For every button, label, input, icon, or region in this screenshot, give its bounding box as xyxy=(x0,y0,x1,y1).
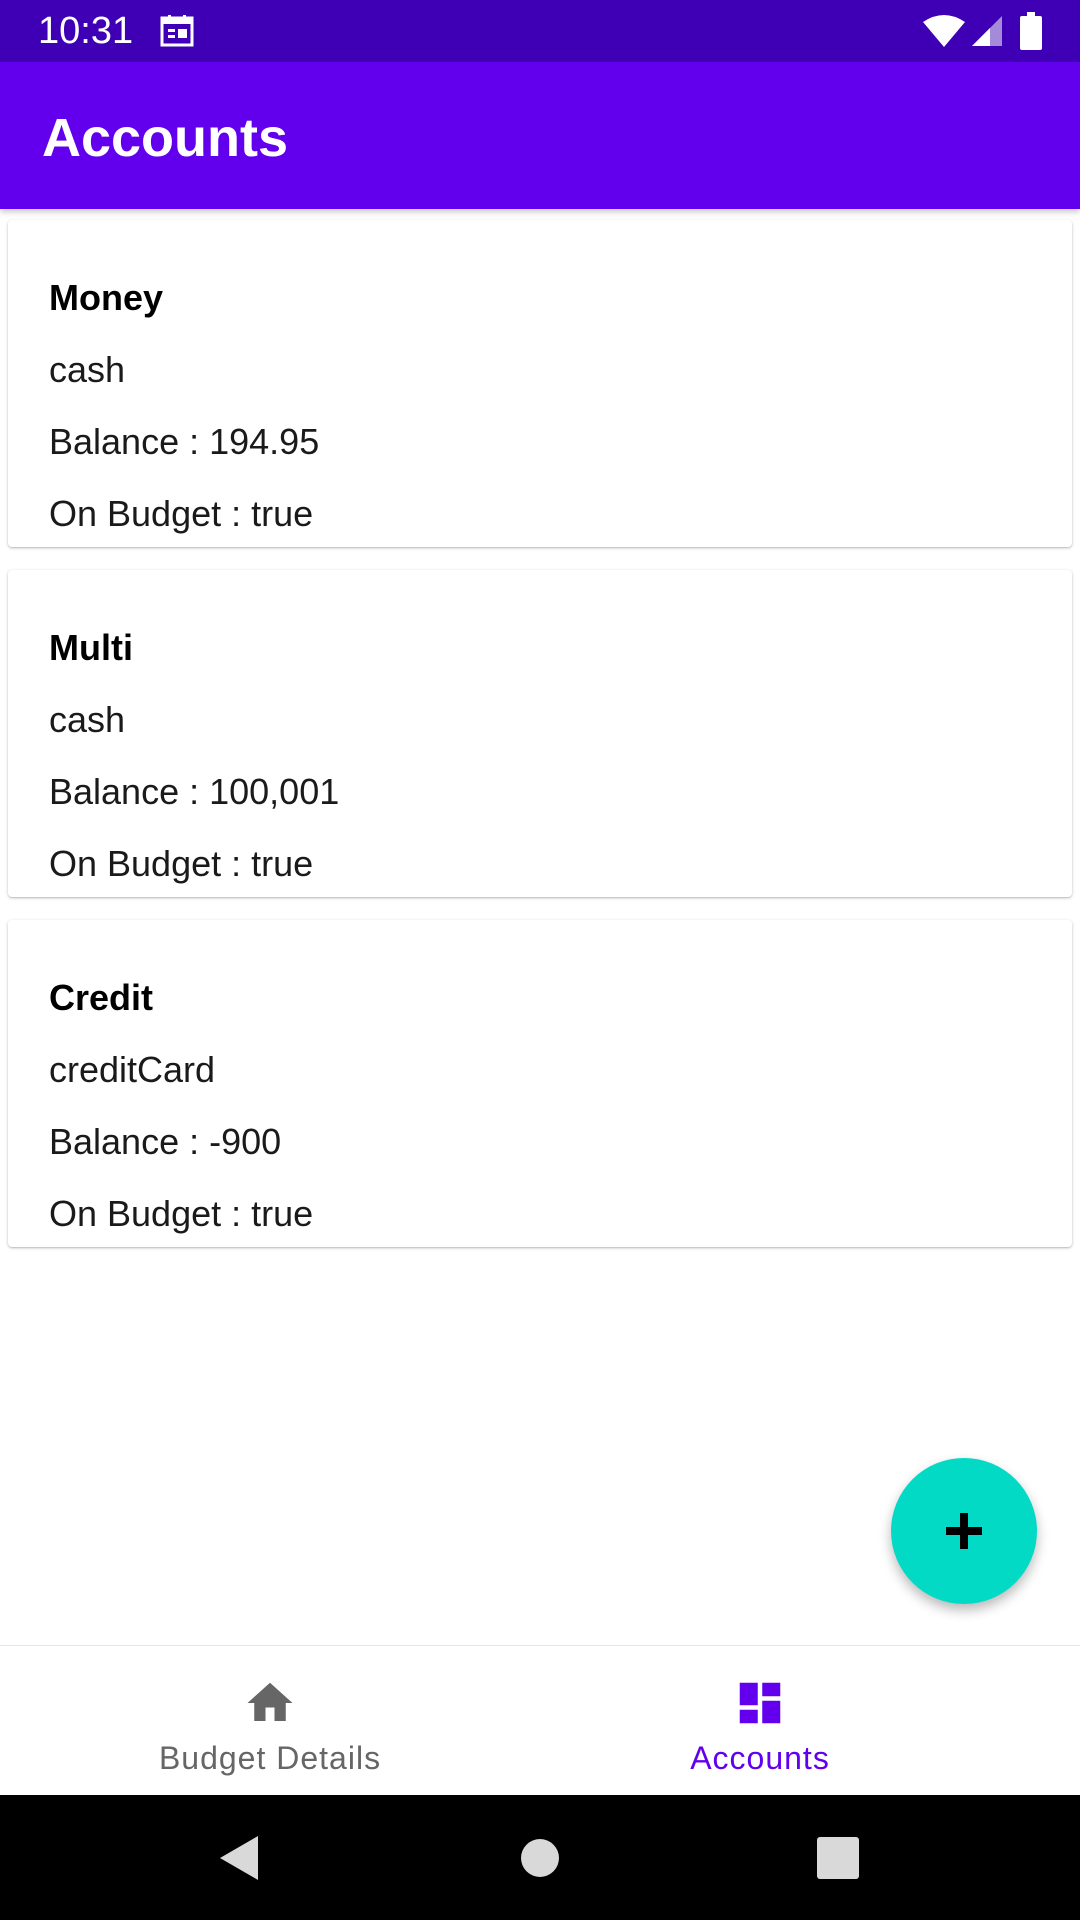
calendar-icon xyxy=(160,15,194,47)
battery-icon xyxy=(1020,12,1042,50)
home-icon xyxy=(247,1682,293,1721)
account-card[interactable]: Money cash Balance : 194.95 On Budget : … xyxy=(8,220,1072,547)
account-on-budget: On Budget : true xyxy=(49,1193,314,1234)
home-circle-icon[interactable] xyxy=(512,1830,568,1886)
back-icon[interactable] xyxy=(210,1830,266,1886)
dashboard-icon xyxy=(739,1682,781,1724)
account-on-budget: On Budget : true xyxy=(49,493,314,534)
account-name: Credit xyxy=(49,977,154,1018)
account-card[interactable]: Multi cash Balance : 100,001 On Budget :… xyxy=(8,570,1072,897)
account-name: Money xyxy=(49,277,164,318)
nav-label-accounts: Accounts xyxy=(690,1740,830,1776)
add-account-button[interactable] xyxy=(891,1458,1037,1604)
system-navigation-bar xyxy=(0,1795,1080,1920)
account-balance: Balance : 194.95 xyxy=(49,421,320,462)
nav-label-budget-details: Budget Details xyxy=(158,1740,382,1776)
plus-icon xyxy=(946,1513,982,1549)
account-type: cash xyxy=(49,349,126,390)
nav-item-budget-details[interactable]: Budget Details xyxy=(0,1646,540,1796)
account-card[interactable]: Credit creditCard Balance : -900 On Budg… xyxy=(8,920,1072,1247)
app-bar: Accounts xyxy=(0,62,1080,209)
bottom-navigation: Budget Details Accounts xyxy=(0,1645,1080,1796)
account-type: cash xyxy=(49,699,126,740)
account-balance: Balance : 100,001 xyxy=(49,771,340,812)
account-name: Multi xyxy=(49,627,133,668)
cellular-signal-icon xyxy=(972,16,1002,46)
status-time: 10:31 xyxy=(38,10,134,52)
page-title: Accounts xyxy=(42,108,289,168)
status-bar: 10:31 xyxy=(0,0,1080,62)
account-type: creditCard xyxy=(49,1049,216,1090)
account-on-budget: On Budget : true xyxy=(49,843,314,884)
nav-item-accounts[interactable]: Accounts xyxy=(490,1646,1030,1796)
account-balance: Balance : -900 xyxy=(49,1121,282,1162)
wifi-icon xyxy=(923,15,965,47)
recents-icon[interactable] xyxy=(810,1830,866,1886)
